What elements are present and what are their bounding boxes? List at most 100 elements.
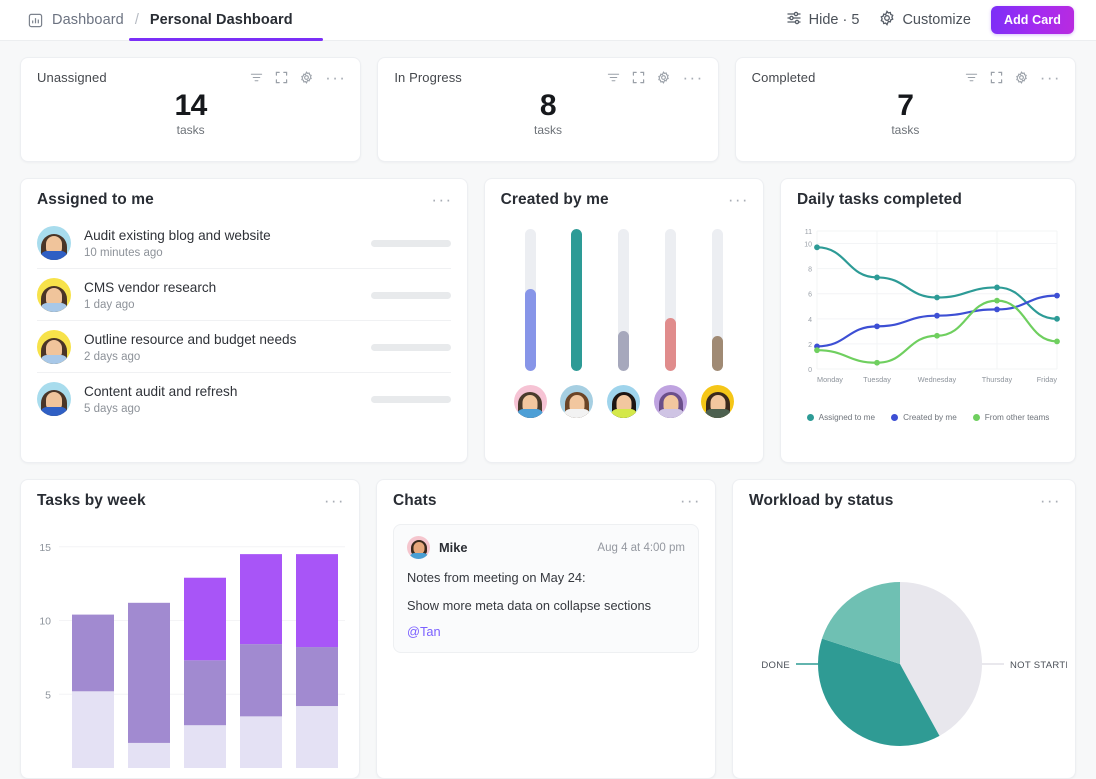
stat-body: 8 tasks xyxy=(378,89,717,137)
more-options-icon[interactable]: ··· xyxy=(682,69,703,86)
svg-text:4: 4 xyxy=(808,317,812,324)
legend-color-dot xyxy=(972,414,980,421)
more-options-icon[interactable]: ··· xyxy=(1040,69,1061,86)
task-text: CMS vendor research 1 day ago xyxy=(84,279,371,311)
task-timestamp: 2 days ago xyxy=(84,351,141,364)
task-text: Outline resource and budget needs 2 days … xyxy=(84,331,371,363)
task-name: Content audit and refresh xyxy=(84,383,238,399)
filter-icon[interactable] xyxy=(965,71,978,84)
expand-icon[interactable] xyxy=(275,71,288,84)
gear-icon[interactable] xyxy=(657,71,670,84)
more-options-icon[interactable]: ··· xyxy=(431,191,452,208)
svg-text:5: 5 xyxy=(45,689,51,701)
card-header: Daily tasks completed xyxy=(781,179,1075,209)
task-text: Content audit and refresh 5 days ago xyxy=(84,383,371,415)
card-header: Created by me ··· xyxy=(485,179,763,209)
breadcrumb-root-link[interactable]: Dashboard xyxy=(52,12,124,28)
expand-icon[interactable] xyxy=(990,71,1003,84)
card-header-actions: ··· xyxy=(607,69,703,86)
breadcrumb-current-tab[interactable]: Personal Dashboard xyxy=(150,12,293,28)
legend-label: Created by me xyxy=(903,413,957,422)
more-options-icon[interactable]: ··· xyxy=(728,191,749,208)
task-progress-bar xyxy=(370,395,451,403)
more-options-icon[interactable]: ··· xyxy=(324,492,345,509)
svg-text:Thursday: Thursday xyxy=(982,375,1013,384)
card-header: Chats ··· xyxy=(377,480,715,510)
card-title: In Progress xyxy=(394,70,462,85)
daily-tasks-completed-card: Daily tasks completed 0 2 4 6 8 10 11 Monday Tue… xyxy=(780,178,1076,463)
card-title: Unassigned xyxy=(37,70,107,85)
dashboard-board: Unassigned ··· 14 tasks In Progress ··· … xyxy=(0,41,1096,779)
more-options-icon[interactable]: ··· xyxy=(325,69,346,86)
legend-item[interactable]: Assigned to me xyxy=(806,413,875,422)
chat-mention-link[interactable]: @Tan xyxy=(407,624,685,639)
task-timestamp: 10 minutes ago xyxy=(84,247,163,260)
stat-card-completed[interactable]: Completed ··· 7 tasks xyxy=(734,57,1076,162)
avatar xyxy=(37,330,71,364)
workload-pie-chart: NOT STARTED DONE xyxy=(761,582,1075,746)
svg-text:15: 15 xyxy=(39,542,51,554)
chat-line-1: Notes from meeting on May 24: xyxy=(407,570,586,585)
svg-text:6: 6 xyxy=(808,292,812,299)
chat-line-2: Show more meta data on collapse sections xyxy=(407,597,651,613)
hide-button-label: Hide · 5 xyxy=(808,12,860,28)
svg-text:8: 8 xyxy=(808,267,812,274)
stat-unit: tasks xyxy=(891,123,920,138)
created-bar-column[interactable] xyxy=(607,229,641,418)
line-chart-legend: Assigned to me Created by me From other te… xyxy=(781,413,1075,422)
card-title: Workload by status xyxy=(749,492,894,509)
hide-button[interactable]: Hide · 5 xyxy=(786,10,860,30)
task-timestamp: 1 day ago xyxy=(84,299,135,312)
task-list: Audit existing blog and website 10 minute… xyxy=(21,209,467,424)
task-row[interactable]: CMS vendor research 1 day ago xyxy=(37,269,451,321)
card-header-actions: ··· xyxy=(431,191,452,208)
svg-text:Tuesday: Tuesday xyxy=(863,375,891,384)
filter-icon[interactable] xyxy=(607,71,620,84)
created-bar-column[interactable] xyxy=(654,229,688,418)
expand-icon[interactable] xyxy=(632,71,645,84)
legend-color-dot xyxy=(891,414,899,421)
avatar xyxy=(37,382,71,416)
card-title: Created by me xyxy=(500,191,609,208)
assigned-to-me-card: Assigned to me ··· Audit existing blog a… xyxy=(20,178,468,463)
customize-button[interactable]: Customize xyxy=(879,10,971,30)
legend-item[interactable]: Created by me xyxy=(891,413,957,422)
task-row[interactable]: Content audit and refresh 5 days ago xyxy=(37,373,451,424)
customize-button-label: Customize xyxy=(902,12,971,28)
card-header-actions: ··· xyxy=(680,492,701,509)
avatar xyxy=(560,385,594,418)
stat-card-unassigned[interactable]: Unassigned ··· 14 tasks xyxy=(20,57,362,162)
add-card-button[interactable]: Add Card xyxy=(990,6,1074,34)
filter-icon[interactable] xyxy=(250,71,263,84)
gear-icon[interactable] xyxy=(1015,71,1028,84)
created-bar-column[interactable] xyxy=(513,229,547,418)
card-header-actions: ··· xyxy=(250,69,346,86)
dashboard-icon xyxy=(28,13,43,28)
bottom-row: Tasks by week ··· 5 10 15 Chats ··· Mike… xyxy=(20,479,1076,779)
gear-icon[interactable] xyxy=(300,71,313,84)
task-row[interactable]: Outline resource and budget needs 2 days … xyxy=(37,321,451,373)
avatar xyxy=(701,385,735,418)
task-progress-bar xyxy=(370,343,451,351)
created-bar-column[interactable] xyxy=(560,229,594,418)
progress-track xyxy=(712,229,724,371)
task-progress-bar xyxy=(370,291,451,299)
chat-message[interactable]: Mike Aug 4 at 4:00 pm Notes from meeting… xyxy=(393,524,699,653)
card-header: Workload by status ··· xyxy=(733,480,1075,510)
avatar xyxy=(407,536,430,559)
more-options-icon[interactable]: ··· xyxy=(680,492,701,509)
sliders-icon xyxy=(786,10,802,30)
legend-item[interactable]: From other teams xyxy=(972,413,1050,422)
more-options-icon[interactable]: ··· xyxy=(1040,492,1061,509)
stat-value: 14 xyxy=(174,89,207,122)
stat-value: 8 xyxy=(539,89,557,122)
svg-text:NOT STARTED: NOT STARTED xyxy=(1010,660,1067,671)
legend-label: From other teams xyxy=(984,413,1050,422)
created-bar-column[interactable] xyxy=(701,229,735,418)
task-row[interactable]: Audit existing blog and website 10 minute… xyxy=(37,217,451,269)
card-header: Unassigned ··· xyxy=(21,58,360,86)
svg-text:2: 2 xyxy=(808,342,812,349)
task-progress-bar xyxy=(370,239,451,247)
stat-card-in-progress[interactable]: In Progress ··· 8 tasks xyxy=(377,57,719,162)
card-header: In Progress ··· xyxy=(378,58,717,86)
